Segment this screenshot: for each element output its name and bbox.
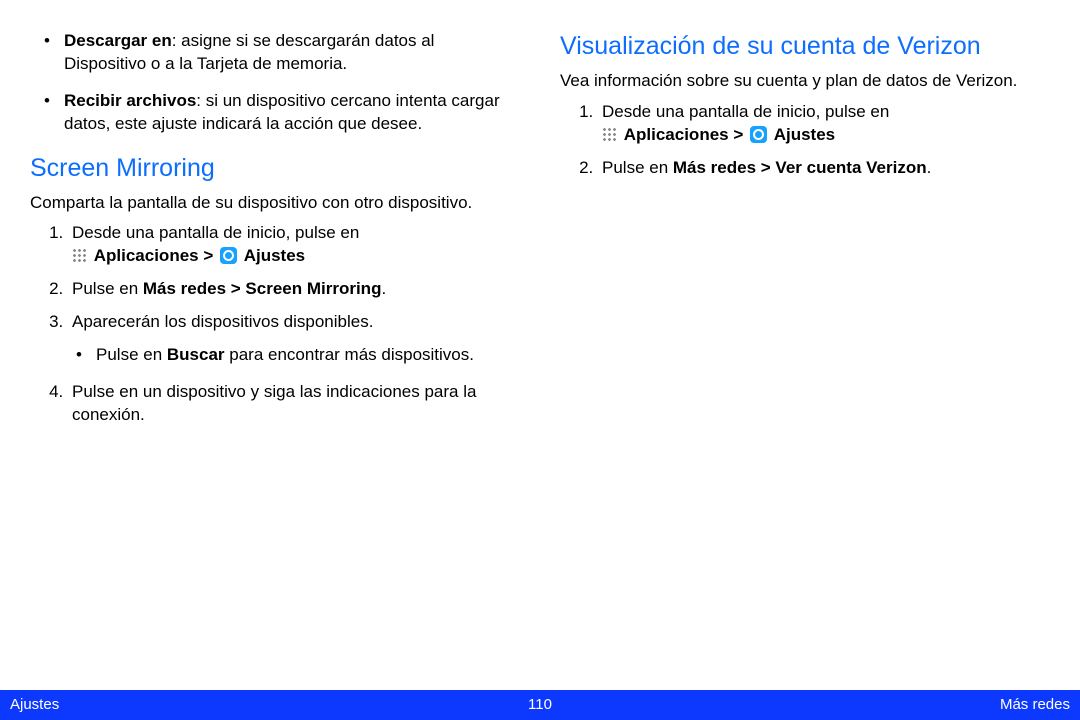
sub-bullet: Pulse en Buscar para encontrar más dispo… <box>96 344 520 367</box>
verizon-steps: Desde una pantalla de inicio, pulse en A… <box>560 101 1050 180</box>
sub-pre: Pulse en <box>96 345 167 364</box>
settings-label: Ajustes <box>244 246 305 265</box>
sub-bullets: Pulse en Buscar para encontrar más dispo… <box>72 344 520 367</box>
page-body: Descargar en: asigne si se descargarán d… <box>0 0 1080 690</box>
apps-grid-icon <box>602 127 617 142</box>
step-bold: Más redes > Ver cuenta Verizon <box>673 158 927 177</box>
section-heading-verizon: Visualización de su cuenta de Verizon <box>560 30 1050 64</box>
verizon-intro: Vea información sobre su cuenta y plan d… <box>560 70 1050 93</box>
apps-label: Aplicaciones > <box>624 125 748 144</box>
apps-label: Aplicaciones > <box>94 246 218 265</box>
mirroring-intro: Comparta la pantalla de su dispositivo c… <box>30 192 520 215</box>
settings-gear-icon <box>220 247 237 264</box>
apps-grid-icon <box>72 248 87 263</box>
sub-bold: Buscar <box>167 345 225 364</box>
footer-left: Ajustes <box>10 695 59 715</box>
step-post: . <box>381 279 386 298</box>
step: Aparecerán los dispositivos disponibles.… <box>68 311 520 367</box>
section-heading-mirroring: Screen Mirroring <box>30 152 520 186</box>
bullet-descargar: Descargar en: asigne si se descargarán d… <box>64 30 520 76</box>
left-column: Descargar en: asigne si se descargarán d… <box>30 30 520 690</box>
step-text: Aparecerán los dispositivos disponibles. <box>72 312 373 331</box>
footer-right: Más redes <box>1000 695 1070 715</box>
bullet-recibir: Recibir archivos: si un dispositivo cerc… <box>64 90 520 136</box>
settings-label: Ajustes <box>774 125 835 144</box>
step-text: Desde una pantalla de inicio, pulse en <box>602 102 889 121</box>
step-text: Pulse en un dispositivo y siga las indic… <box>72 382 476 424</box>
step-pre: Pulse en <box>602 158 673 177</box>
step-post: . <box>927 158 932 177</box>
bullet-lead: Recibir archivos <box>64 91 196 110</box>
step: Desde una pantalla de inicio, pulse en A… <box>68 222 520 268</box>
step-text: Desde una pantalla de inicio, pulse en <box>72 223 359 242</box>
bullet-lead: Descargar en <box>64 31 172 50</box>
feature-bullets: Descargar en: asigne si se descargarán d… <box>30 30 520 136</box>
settings-gear-icon <box>750 126 767 143</box>
step: Pulse en un dispositivo y siga las indic… <box>68 381 520 427</box>
step-pre: Pulse en <box>72 279 143 298</box>
mirroring-steps: Desde una pantalla de inicio, pulse en A… <box>30 222 520 427</box>
right-column: Visualización de su cuenta de Verizon Ve… <box>560 30 1050 690</box>
step-bold: Más redes > Screen Mirroring <box>143 279 382 298</box>
step: Pulse en Más redes > Ver cuenta Verizon. <box>598 157 1050 180</box>
sub-post: para encontrar más dispositivos. <box>225 345 474 364</box>
step: Pulse en Más redes > Screen Mirroring. <box>68 278 520 301</box>
page-footer: Ajustes 110 Más redes <box>0 690 1080 720</box>
step: Desde una pantalla de inicio, pulse en A… <box>598 101 1050 147</box>
footer-page-number: 110 <box>528 695 552 715</box>
